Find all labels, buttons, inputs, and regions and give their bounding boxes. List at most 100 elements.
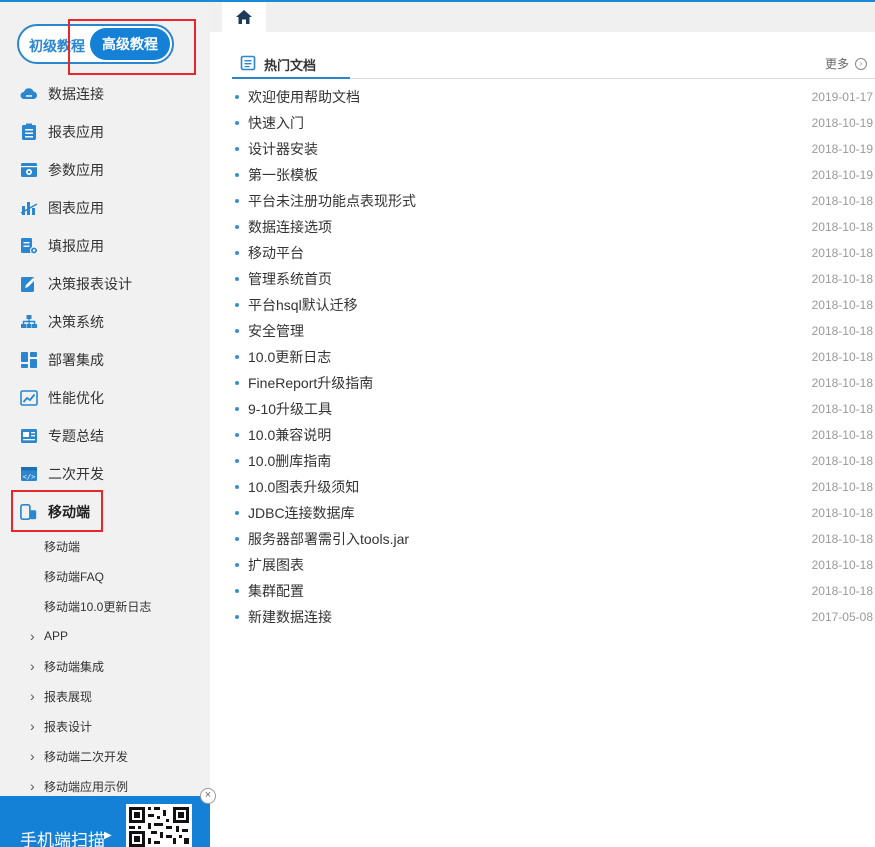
sidebar-item-3[interactable]: 图表应用 (0, 189, 210, 227)
sidebar-item-10[interactable]: </> 二次开发 (0, 455, 210, 493)
doc-title-link[interactable]: 服务器部署需引入tools.jar (248, 529, 875, 549)
submenu-item-6[interactable]: › 报表设计 (0, 711, 210, 741)
doc-title-link[interactable]: 设计器安装 (248, 139, 875, 159)
sidebar-item-0[interactable]: 数据连接 (0, 75, 210, 113)
doc-date: 2018-10-18 (811, 246, 873, 260)
doc-title-link[interactable]: 10.0删库指南 (248, 451, 875, 471)
list-item[interactable]: 扩展图表 2018-10-18 (232, 552, 875, 578)
submenu-item-label: 移动端 (44, 539, 81, 554)
basic-tutorial-option[interactable]: 初级教程 (29, 36, 85, 56)
doc-list: 欢迎使用帮助文档 2019-01-17 快速入门 2018-10-19 设计器安装 201… (232, 84, 875, 630)
sidebar-item-9[interactable]: 专题总结 (0, 417, 210, 455)
sidebar-item-label: 报表应用 (48, 124, 104, 140)
doc-date: 2018-10-18 (811, 480, 873, 494)
doc-title-link[interactable]: 移动平台 (248, 243, 875, 263)
bullet-dot-icon (235, 199, 239, 203)
sidebar-item-11[interactable]: 移动端 (0, 493, 210, 531)
list-item[interactable]: 集群配置 2018-10-18 (232, 578, 875, 604)
doc-title-link[interactable]: 10.0图表升级须知 (248, 477, 875, 497)
bar-chart-icon (20, 199, 38, 217)
bullet-dot-icon (235, 303, 239, 307)
doc-title-link[interactable]: 新建数据连接 (248, 607, 875, 627)
sidebar-item-label: 移动端 (48, 504, 90, 520)
submenu-item-2[interactable]: 移动端10.0更新日志 (0, 591, 210, 621)
doc-date: 2018-10-18 (811, 350, 873, 364)
doc-title-link[interactable]: 集群配置 (248, 581, 875, 601)
sidebar-item-4[interactable]: 填报应用 (0, 227, 210, 265)
list-item[interactable]: JDBC连接数据库 2018-10-18 (232, 500, 875, 526)
list-item[interactable]: 欢迎使用帮助文档 2019-01-17 (232, 84, 875, 110)
bullet-dot-icon (235, 147, 239, 151)
doc-title-link[interactable]: 平台hsql默认迁移 (248, 295, 875, 315)
list-item[interactable]: FineReport升级指南 2018-10-18 (232, 370, 875, 396)
list-item[interactable]: 9-10升级工具 2018-10-18 (232, 396, 875, 422)
more-link[interactable]: 更多 › (825, 55, 867, 72)
sidebar-menu: 数据连接报表应用参数应用图表应用填报应用 决策报表设计 决策系统部署集成性能优化专题… (0, 75, 210, 801)
sidebar-item-2[interactable]: 参数应用 (0, 151, 210, 189)
submenu-item-4[interactable]: › 移动端集成 (0, 651, 210, 681)
fill-form-icon (20, 237, 38, 255)
doc-date: 2018-10-18 (811, 324, 873, 338)
sidebar-item-label: 专题总结 (48, 428, 104, 444)
doc-title-link[interactable]: 快速入门 (248, 113, 875, 133)
doc-title-link[interactable]: FineReport升级指南 (248, 373, 875, 393)
list-item[interactable]: 第一张模板 2018-10-19 (232, 162, 875, 188)
sidebar-item-8[interactable]: 性能优化 (0, 379, 210, 417)
mobile-devices-icon (20, 503, 38, 521)
submenu-item-label: 移动端集成 (44, 659, 105, 674)
doc-title-link[interactable]: 10.0更新日志 (248, 347, 875, 367)
bullet-dot-icon (235, 485, 239, 489)
sidebar-item-label: 部署集成 (48, 352, 104, 368)
doc-title-link[interactable]: 欢迎使用帮助文档 (248, 87, 875, 107)
sidebar-item-6[interactable]: 决策系统 (0, 303, 210, 341)
doc-title-link[interactable]: 9-10升级工具 (248, 399, 875, 419)
list-item[interactable]: 10.0兼容说明 2018-10-18 (232, 422, 875, 448)
advanced-tutorial-option[interactable]: 高级教程 (90, 28, 170, 60)
doc-title-link[interactable]: 管理系统首页 (248, 269, 875, 289)
list-item[interactable]: 10.0图表升级须知 2018-10-18 (232, 474, 875, 500)
doc-title-link[interactable]: JDBC连接数据库 (248, 503, 875, 523)
sidebar-item-7[interactable]: 部署集成 (0, 341, 210, 379)
submenu-item-0[interactable]: 移动端 (0, 531, 210, 561)
submenu-item-label: 移动端FAQ (44, 569, 105, 584)
doc-title-link[interactable]: 10.0兼容说明 (248, 425, 875, 445)
list-item[interactable]: 数据连接选项 2018-10-18 (232, 214, 875, 240)
list-item[interactable]: 快速入门 2018-10-19 (232, 110, 875, 136)
list-item[interactable]: 平台hsql默认迁移 2018-10-18 (232, 292, 875, 318)
bullet-dot-icon (235, 381, 239, 385)
doc-title-link[interactable]: 扩展图表 (248, 555, 875, 575)
bullet-dot-icon (235, 121, 239, 125)
list-item[interactable]: 安全管理 2018-10-18 (232, 318, 875, 344)
bullet-dot-icon (235, 407, 239, 411)
submenu-item-1[interactable]: 移动端FAQ (0, 561, 210, 591)
submenu-item-label: 移动端应用示例 (44, 779, 129, 794)
chevron-right-icon: › (30, 718, 35, 734)
doc-date: 2018-10-18 (811, 428, 873, 442)
org-chart-icon (20, 313, 38, 331)
submenu-item-7[interactable]: › 移动端二次开发 (0, 741, 210, 771)
doc-date: 2018-10-19 (811, 142, 873, 156)
list-item[interactable]: 平台未注册功能点表现形式 2018-10-18 (232, 188, 875, 214)
submenu-item-5[interactable]: › 报表展现 (0, 681, 210, 711)
doc-title-link[interactable]: 第一张模板 (248, 165, 875, 185)
sidebar-item-label: 图表应用 (48, 200, 104, 216)
doc-title-link[interactable]: 平台未注册功能点表现形式 (248, 191, 875, 211)
doc-title-link[interactable]: 数据连接选项 (248, 217, 875, 237)
list-item[interactable]: 新建数据连接 2017-05-08 (232, 604, 875, 630)
bullet-dot-icon (235, 459, 239, 463)
qr-close-button[interactable]: × (200, 788, 216, 804)
list-item[interactable]: 服务器部署需引入tools.jar 2018-10-18 (232, 526, 875, 552)
list-item[interactable]: 设计器安装 2018-10-19 (232, 136, 875, 162)
list-item[interactable]: 10.0更新日志 2018-10-18 (232, 344, 875, 370)
panel-header: 热门文档 更多 › (232, 52, 875, 79)
list-item[interactable]: 管理系统首页 2018-10-18 (232, 266, 875, 292)
sidebar-item-1[interactable]: 报表应用 (0, 113, 210, 151)
sidebar-item-5[interactable]: 决策报表设计 (0, 265, 210, 303)
list-item[interactable]: 10.0删库指南 2018-10-18 (232, 448, 875, 474)
bullet-dot-icon (235, 563, 239, 567)
submenu-item-label: 报表展现 (44, 689, 93, 704)
doc-title-link[interactable]: 安全管理 (248, 321, 875, 341)
home-tab[interactable] (222, 2, 266, 32)
list-item[interactable]: 移动平台 2018-10-18 (232, 240, 875, 266)
submenu-item-3[interactable]: › APP (0, 621, 210, 651)
